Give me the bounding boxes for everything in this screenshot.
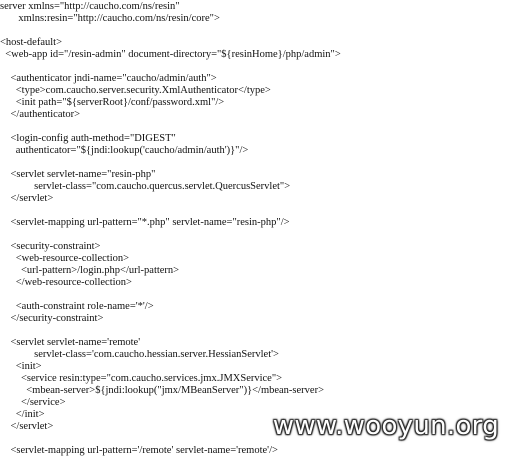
code-line: <authenticator jndi-name="caucho/admin/a… [0, 73, 217, 84]
code-line: </authenticator> [0, 109, 81, 120]
code-line: </security-constraint> [0, 313, 104, 324]
code-line: <service resin:type="com.caucho.services… [0, 373, 283, 384]
code-line: <security-constraint> [0, 241, 101, 252]
code-line: <web-resource-collection> [0, 253, 130, 264]
code-line: </web-resource-collection> [0, 277, 132, 288]
code-line: </service> [0, 397, 66, 408]
code-line: <init path="${serverRoot}/conf/password.… [0, 97, 225, 108]
code-line: <type>com.caucho.server.security.XmlAuth… [0, 85, 271, 96]
code-line: <url-pattern>/login.php</url-pattern> [0, 265, 180, 276]
code-line: servlet-class="com.caucho.quercus.servle… [0, 181, 291, 192]
code-view: server xmlns="http://caucho.com/ns/resin… [0, 0, 509, 456]
code-line: xmlns:resin="http://caucho.com/ns/resin/… [0, 13, 220, 24]
code-line: <servlet servlet-name="resin-php" [0, 169, 156, 180]
code-line: </init> [0, 409, 45, 420]
code-line: <auth-constraint role-name='*'/> [0, 301, 154, 312]
code-line: servlet-class='com.caucho.hessian.server… [0, 349, 279, 360]
code-line: <mbean-server>${jndi:lookup("jmx/MBeanSe… [0, 385, 325, 396]
code-line: <web-app id="/resin-admin" document-dire… [0, 49, 341, 60]
code-line: <login-config auth-method="DIGEST" [0, 133, 176, 144]
code-line: <servlet-mapping url-pattern='/remote' s… [0, 445, 278, 456]
code-line: authenticator="${jndi:lookup('caucho/adm… [0, 145, 249, 156]
watermark-text: www.wooyun.org [272, 411, 499, 441]
code-line: server xmlns="http://caucho.com/ns/resin… [0, 1, 180, 12]
code-line: </servlet> [0, 421, 54, 432]
code-line: <servlet servlet-name='remote' [0, 337, 141, 348]
code-line: <servlet-mapping url-pattern="*.php" ser… [0, 217, 290, 228]
code-line: <init> [0, 361, 42, 372]
code-line: </servlet> [0, 193, 54, 204]
code-line: <host-default> [0, 37, 62, 48]
